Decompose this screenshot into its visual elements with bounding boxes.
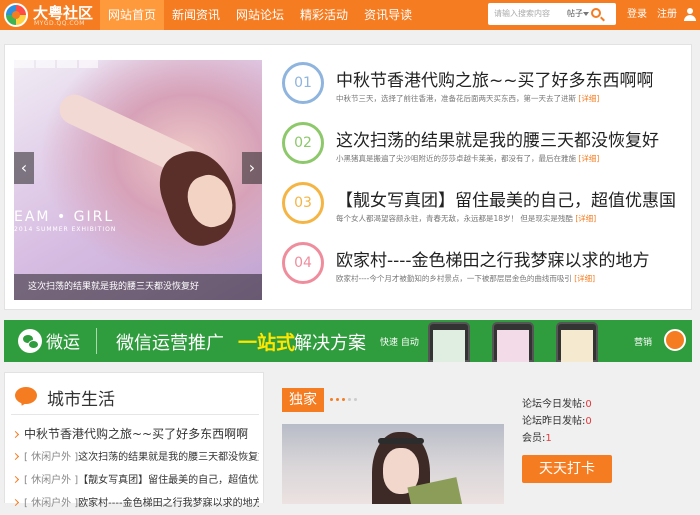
slide-watermark-sub: 2014 SUMMER EXHIBITION: [14, 226, 117, 233]
chevron-right-icon: [13, 475, 20, 484]
banner-highlight: 一站式: [238, 332, 296, 354]
checkin-button[interactable]: 天天打卡: [522, 455, 612, 483]
chevron-right-icon: [13, 430, 20, 439]
phone-image: [492, 322, 534, 362]
number-badge: 01: [282, 62, 324, 104]
news-desc: 欧家村----今个月才被勤知的乡村景点，一下被那层层金色的曲线而吸引 [详细]: [336, 274, 596, 283]
banner-slogan-end: 解决方案: [294, 333, 366, 354]
search-icon[interactable]: [591, 8, 601, 18]
stat-members: 会员:1: [522, 433, 552, 444]
user-icon[interactable]: [684, 8, 696, 21]
list-item[interactable]: [ 休闲户外 ]这次扫荡的结果就是我的腰三天都没恢复好: [13, 446, 259, 469]
phone-image: [556, 322, 598, 362]
detail-link[interactable]: [详细]: [575, 214, 596, 223]
logo-icon: [4, 3, 28, 27]
nav-home[interactable]: 网站首页: [100, 0, 165, 30]
stat-yesterday: 论坛昨日发帖:0: [522, 416, 592, 427]
banner-divider: [96, 328, 97, 354]
news-desc: 小黑猪真是搬遍了尖沙咀附近的莎莎卓越卡莱美，都没有了，最后在雅施 [详细]: [336, 154, 600, 163]
number-badge: 02: [282, 122, 324, 164]
chevron-right-icon: [13, 452, 20, 461]
news-desc: 中秋节三天，选择了前往香港，准备花后面两天买东西，第一天去了进斯 [详细]: [336, 94, 600, 103]
news-list: 01 中秋节香港代购之旅~~买了好多东西啊啊 中秋节三天，选择了前往香港，准备花…: [282, 56, 682, 296]
number-badge: 04: [282, 242, 324, 284]
auth-links: 登录 注册: [627, 0, 687, 30]
wechat-icon: [18, 329, 42, 353]
news-item[interactable]: 01 中秋节香港代购之旅~~买了好多东西啊啊 中秋节三天，选择了前往香港，准备花…: [282, 60, 682, 120]
nav-news[interactable]: 新闻资讯: [164, 0, 228, 30]
news-item[interactable]: 03 【靓女写真团】留住最美的自己，超值优惠国 每个女人都渴望容颜永驻，青春无敌…: [282, 180, 682, 240]
detail-link[interactable]: [详细]: [574, 274, 595, 283]
news-title[interactable]: 这次扫荡的结果就是我的腰三天都没恢复好: [336, 126, 659, 151]
banner-brand: 微运: [46, 333, 80, 353]
detail-link[interactable]: [详细]: [578, 94, 599, 103]
slider-next-button[interactable]: ›: [242, 152, 262, 184]
city-life-section: 城市生活 中秋节香港代购之旅~~买了好多东西啊啊 [ 休闲户外 ]这次扫荡的结果…: [4, 372, 264, 509]
nav-events[interactable]: 精彩活动: [292, 0, 356, 30]
ad-banner[interactable]: 微运 微信运营推广 一站式 解决方案 快速 自动 营销: [4, 320, 692, 362]
list-item[interactable]: [ 休闲户外 ]欧家村----金色梯田之行我梦寐以求的地方: [13, 492, 259, 515]
news-desc: 每个女人都渴望容颜永驻，青春无敌，永远都是18岁！ 但是现实是残酷 [详细]: [336, 214, 597, 223]
nav-forum[interactable]: 网站论坛: [228, 0, 292, 30]
city-list: 中秋节香港代购之旅~~买了好多东西啊啊 [ 休闲户外 ]这次扫荡的结果就是我的腰…: [13, 423, 259, 515]
list-item[interactable]: 中秋节香港代购之旅~~买了好多东西啊啊: [13, 423, 259, 446]
pager-dots[interactable]: [330, 398, 357, 401]
slide-thumbs: [14, 60, 98, 68]
slide-watermark: EAM • GIRL: [14, 209, 115, 225]
list-item[interactable]: [ 休闲户外 ]【靓女写真团】留住最美的自己，超值优惠: [13, 469, 259, 492]
slide-caption[interactable]: 这次扫荡的结果就是我的腰三天都没恢复好: [14, 274, 262, 300]
news-title[interactable]: 【靓女写真团】留住最美的自己，超值优惠国: [336, 186, 676, 211]
divider: [11, 414, 259, 415]
register-link[interactable]: 注册: [657, 9, 677, 20]
search-input[interactable]: 请输入搜索内容: [494, 3, 550, 25]
banner-tags: 快速 自动: [380, 338, 419, 348]
detail-link[interactable]: [详细]: [578, 154, 599, 163]
forum-stats: 论坛今日发帖:0 论坛昨日发帖:0 会员:1: [522, 396, 592, 447]
exclusive-badge: 独家: [282, 388, 324, 412]
banner-market: 营销: [634, 338, 653, 348]
slider-prev-button[interactable]: ‹: [14, 152, 34, 184]
exclusive-photo[interactable]: [282, 424, 504, 504]
news-item[interactable]: 04 欧家村----金色梯田之行我梦寐以求的地方 欧家村----今个月才被勤知的…: [282, 240, 682, 300]
chat-bubble-icon: [15, 387, 37, 404]
search-scope-select[interactable]: 帖子: [567, 3, 583, 25]
nav-guide[interactable]: 资讯导读: [356, 0, 420, 30]
mascot-icon: [664, 329, 686, 351]
news-title[interactable]: 欧家村----金色梯田之行我梦寐以求的地方: [336, 246, 650, 271]
logo-sub: MYGD.QQ.COM: [34, 20, 85, 27]
stat-today: 论坛今日发帖:0: [522, 399, 592, 410]
chevron-down-icon[interactable]: [583, 12, 589, 16]
search-box[interactable]: 请输入搜索内容 帖子: [488, 3, 616, 25]
top-bar: 大粤社区 MYGD.QQ.COM 网站首页 新闻资讯 网站论坛 精彩活动 资讯导…: [0, 0, 700, 30]
banner-slogan: 微信运营推广: [116, 333, 224, 354]
phone-image: [428, 322, 470, 362]
news-item[interactable]: 02 这次扫荡的结果就是我的腰三天都没恢复好 小黑猪真是搬遍了尖沙咀附近的莎莎卓…: [282, 120, 682, 180]
login-link[interactable]: 登录: [627, 9, 647, 20]
number-badge: 03: [282, 182, 324, 224]
main-nav: 网站首页 新闻资讯 网站论坛 精彩活动 资讯导读: [100, 0, 420, 30]
news-title[interactable]: 中秋节香港代购之旅~~买了好多东西啊啊: [336, 66, 654, 91]
section-title: 城市生活: [47, 390, 115, 410]
image-slider[interactable]: EAM • GIRL 2014 SUMMER EXHIBITION ‹ › 这次…: [14, 60, 262, 300]
